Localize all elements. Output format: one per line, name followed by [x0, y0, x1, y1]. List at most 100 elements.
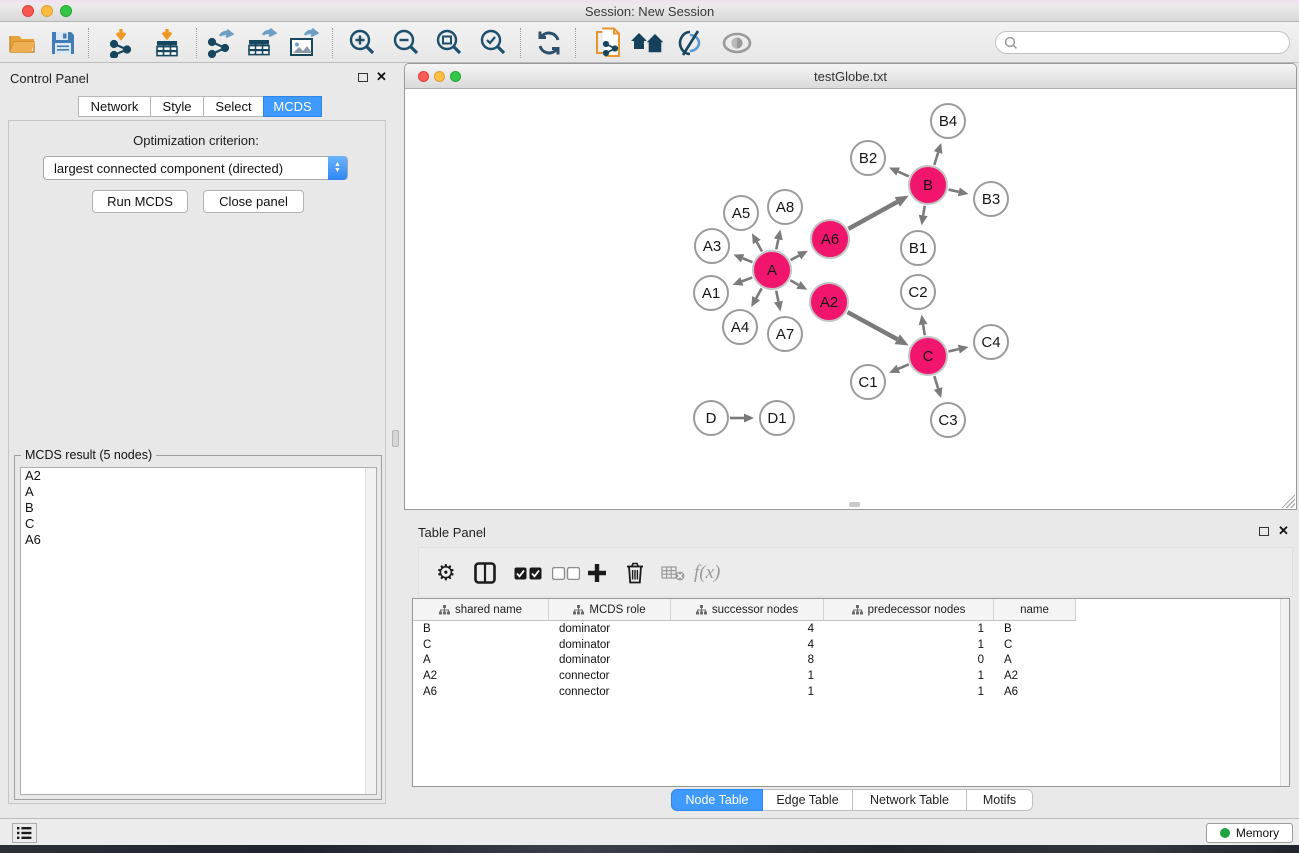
task-history-button[interactable]: [12, 823, 37, 843]
search-input[interactable]: [995, 31, 1290, 54]
close-panel-icon[interactable]: ✕: [1278, 525, 1289, 536]
column-header[interactable]: MCDS role: [549, 599, 671, 621]
graph-node-D1[interactable]: D1: [760, 401, 794, 435]
panel-splitter-handle[interactable]: [392, 430, 399, 447]
tab-edge-table[interactable]: Edge Table: [763, 789, 853, 811]
node-table[interactable]: shared name MCDS role successor nodes pr…: [412, 598, 1290, 787]
graph-node-A8[interactable]: A8: [768, 190, 802, 224]
column-header[interactable]: successor nodes: [671, 599, 824, 621]
table-row[interactable]: A dominator 8 0 A: [413, 652, 1289, 668]
window-resize-grip[interactable]: [1281, 494, 1295, 508]
import-table-icon[interactable]: [149, 26, 185, 60]
network-from-clipboard-icon[interactable]: [590, 26, 626, 60]
import-network-icon[interactable]: [103, 26, 139, 60]
save-session-icon[interactable]: [45, 26, 81, 60]
open-folder-icon[interactable]: [5, 26, 41, 60]
graph-node-A4[interactable]: A4: [723, 310, 757, 344]
graph-node-C1[interactable]: C1: [851, 365, 885, 399]
graph-node-A2[interactable]: A2: [810, 283, 848, 321]
graph-edge[interactable]: [923, 206, 925, 216]
graph-node-A7[interactable]: A7: [768, 317, 802, 351]
graph-node-B3[interactable]: B3: [974, 182, 1008, 216]
table-row[interactable]: B dominator 4 1 B: [413, 621, 1289, 637]
float-panel-icon[interactable]: [1259, 527, 1269, 536]
graph-edge[interactable]: [756, 288, 762, 298]
tab-network-table[interactable]: Network Table: [853, 789, 967, 811]
table-row[interactable]: A6 connector 1 1 A6: [413, 684, 1289, 700]
graph-node-A3[interactable]: A3: [695, 229, 729, 263]
graph-node-A5[interactable]: A5: [724, 196, 758, 230]
graph-edge[interactable]: [847, 312, 897, 339]
column-header[interactable]: name: [994, 599, 1076, 621]
close-panel-button[interactable]: Close panel: [203, 190, 304, 213]
mcds-result-list[interactable]: A2 A B C A6: [20, 467, 377, 795]
zoom-out-icon[interactable]: [388, 26, 424, 60]
memory-button[interactable]: Memory: [1206, 823, 1293, 843]
graph-edge[interactable]: [898, 364, 908, 369]
graph-edge[interactable]: [848, 202, 897, 229]
graph-edge[interactable]: [742, 277, 752, 281]
gear-icon[interactable]: ⚙: [436, 558, 456, 588]
table-row[interactable]: A2 connector 1 1 A2: [413, 668, 1289, 684]
tab-mcds[interactable]: MCDS: [263, 96, 322, 117]
float-panel-icon[interactable]: [358, 73, 368, 82]
function-builder-icon[interactable]: f(x): [694, 558, 720, 588]
birds-eye-view-icon[interactable]: [719, 26, 755, 60]
graph-edge[interactable]: [791, 255, 800, 260]
list-item[interactable]: A6: [21, 532, 376, 548]
tab-network[interactable]: Network: [78, 96, 151, 117]
list-item[interactable]: A2: [21, 468, 376, 484]
table-row[interactable]: C dominator 4 1 C: [413, 637, 1289, 653]
home-icon[interactable]: [630, 26, 666, 60]
scrollbar-track[interactable]: [1280, 599, 1289, 786]
tab-motifs[interactable]: Motifs: [967, 789, 1033, 811]
graph-node-C3[interactable]: C3: [931, 403, 965, 437]
graph-edge[interactable]: [923, 325, 925, 336]
graph-node-A1[interactable]: A1: [694, 276, 728, 310]
zoom-in-icon[interactable]: [344, 26, 380, 60]
graph-node-B2[interactable]: B2: [851, 141, 885, 175]
graph-node-B4[interactable]: B4: [931, 104, 965, 138]
column-settings-icon[interactable]: [474, 558, 496, 588]
graph-edge[interactable]: [948, 190, 958, 192]
network-window-titlebar[interactable]: testGlobe.txt: [405, 64, 1296, 89]
select-all-checkboxes-icon[interactable]: [514, 558, 542, 588]
graph-node-C2[interactable]: C2: [901, 275, 935, 309]
delete-columns-icon[interactable]: [626, 558, 644, 588]
zoom-fit-icon[interactable]: [431, 26, 467, 60]
export-table-icon[interactable]: [244, 26, 280, 60]
scrollbar-track[interactable]: [365, 468, 376, 794]
graph-edge[interactable]: [934, 376, 938, 388]
list-item[interactable]: C: [21, 516, 376, 532]
graph-edge[interactable]: [790, 280, 798, 285]
hide-labels-icon[interactable]: [673, 26, 709, 60]
horizontal-scrollbar-thumb[interactable]: [849, 502, 860, 507]
tab-select[interactable]: Select: [203, 96, 264, 117]
column-header[interactable]: predecessor nodes: [824, 599, 994, 621]
list-item[interactable]: A: [21, 484, 376, 500]
delete-table-icon[interactable]: [661, 558, 685, 588]
graph-node-A[interactable]: A: [753, 251, 791, 289]
graph-edge[interactable]: [776, 291, 778, 302]
graph-node-B[interactable]: B: [909, 166, 947, 204]
graph-node-C4[interactable]: C4: [974, 325, 1008, 359]
network-canvas[interactable]: AA1A2A3A4A5A6A7A8BB1B2B3B4CC1C2C3C4DD1: [405, 89, 1296, 509]
graph-node-C[interactable]: C: [909, 337, 947, 375]
graph-edge[interactable]: [743, 258, 753, 262]
close-panel-icon[interactable]: ✕: [376, 71, 387, 82]
graph-node-D[interactable]: D: [694, 401, 728, 435]
graph-edge[interactable]: [898, 172, 909, 177]
column-header[interactable]: shared name: [413, 599, 549, 621]
export-network-icon[interactable]: [201, 26, 237, 60]
zoom-selected-icon[interactable]: [475, 26, 511, 60]
graph-node-B1[interactable]: B1: [901, 231, 935, 265]
tab-style[interactable]: Style: [150, 96, 204, 117]
tab-node-table[interactable]: Node Table: [671, 789, 763, 811]
graph-edge[interactable]: [934, 152, 938, 164]
add-column-icon[interactable]: [587, 558, 607, 588]
list-item[interactable]: B: [21, 500, 376, 516]
graph-edge[interactable]: [757, 242, 762, 252]
export-image-icon[interactable]: [286, 26, 322, 60]
refresh-icon[interactable]: [531, 26, 567, 60]
criterion-dropdown[interactable]: largest connected component (directed) ▲…: [43, 156, 348, 180]
